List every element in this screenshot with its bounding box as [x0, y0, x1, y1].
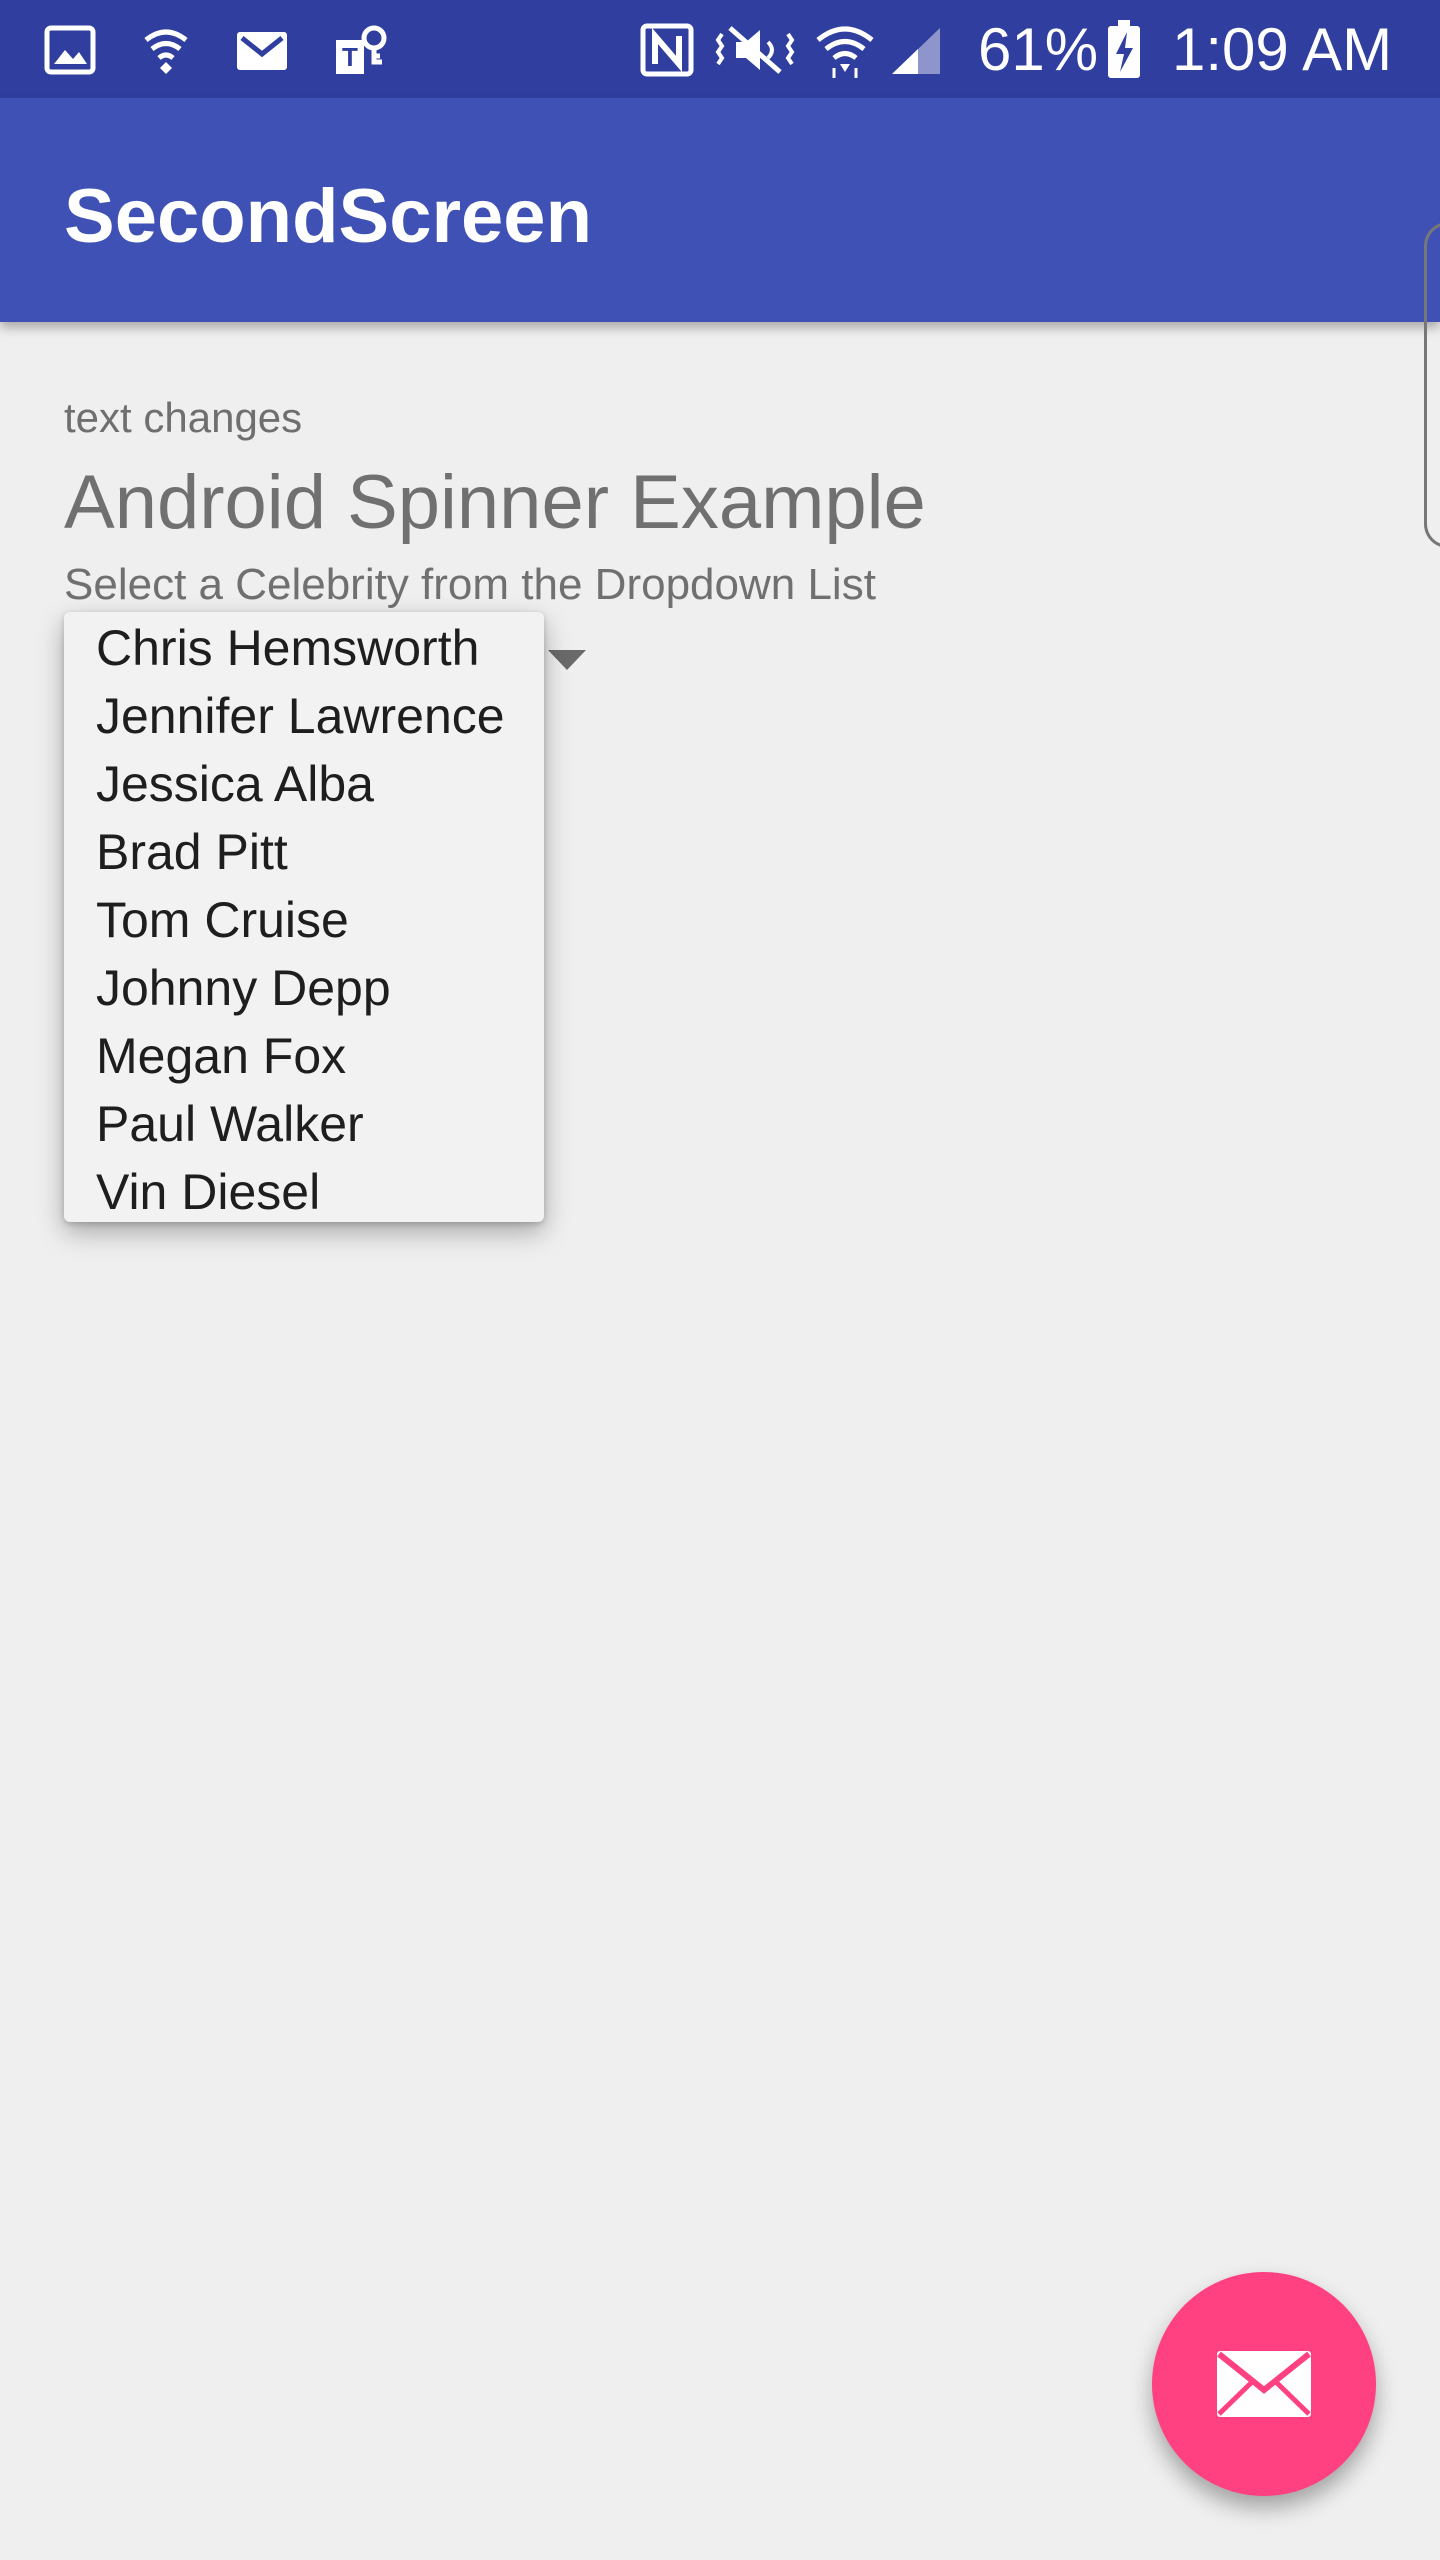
gmail-icon	[237, 32, 287, 70]
dropdown-option[interactable]: Chris Hemsworth	[96, 614, 479, 682]
spinner-prompt: Select a Celebrity from the Dropdown Lis…	[64, 560, 876, 609]
email-fab-button[interactable]	[1152, 2272, 1376, 2496]
vibrate-mute-icon	[715, 26, 795, 74]
dropdown-option[interactable]: Brad Pitt	[96, 818, 288, 886]
email-icon	[1217, 2351, 1311, 2417]
svg-text:T: T	[342, 42, 358, 72]
battery-percent: 61%	[978, 16, 1099, 83]
text-changes-label: text changes	[64, 394, 303, 441]
dropdown-option[interactable]: Jennifer Lawrence	[96, 682, 505, 750]
hotspot-icon	[144, 29, 188, 74]
signal-icon	[892, 28, 940, 74]
status-bar: T 61% 1:09 AM	[0, 0, 1440, 98]
clock: 1:09 AM	[1172, 16, 1393, 83]
battery-charging-icon	[1108, 20, 1140, 78]
edge-panel-handle[interactable]	[1424, 222, 1440, 548]
dropdown-option[interactable]: Paul Walker	[96, 1090, 364, 1158]
page-heading: Android Spinner Example	[64, 460, 926, 545]
dropdown-option[interactable]: Vin Diesel	[96, 1158, 320, 1226]
celebrity-dropdown-list: Chris Hemsworth Jennifer Lawrence Jessic…	[64, 612, 544, 1222]
dropdown-option[interactable]: Jessica Alba	[96, 750, 374, 818]
dropdown-arrow-icon[interactable]	[546, 648, 588, 672]
dropdown-option[interactable]: Tom Cruise	[96, 886, 349, 954]
wifi-icon	[816, 26, 874, 78]
nfc-icon	[640, 23, 694, 77]
app-bar: SecondScreen	[0, 98, 1440, 322]
dropdown-option[interactable]: Megan Fox	[96, 1022, 346, 1090]
t-mobile-app-icon: T	[336, 25, 387, 74]
dropdown-option[interactable]: Johnny Depp	[96, 954, 391, 1022]
app-title: SecondScreen	[64, 174, 592, 259]
gallery-icon	[44, 25, 96, 75]
